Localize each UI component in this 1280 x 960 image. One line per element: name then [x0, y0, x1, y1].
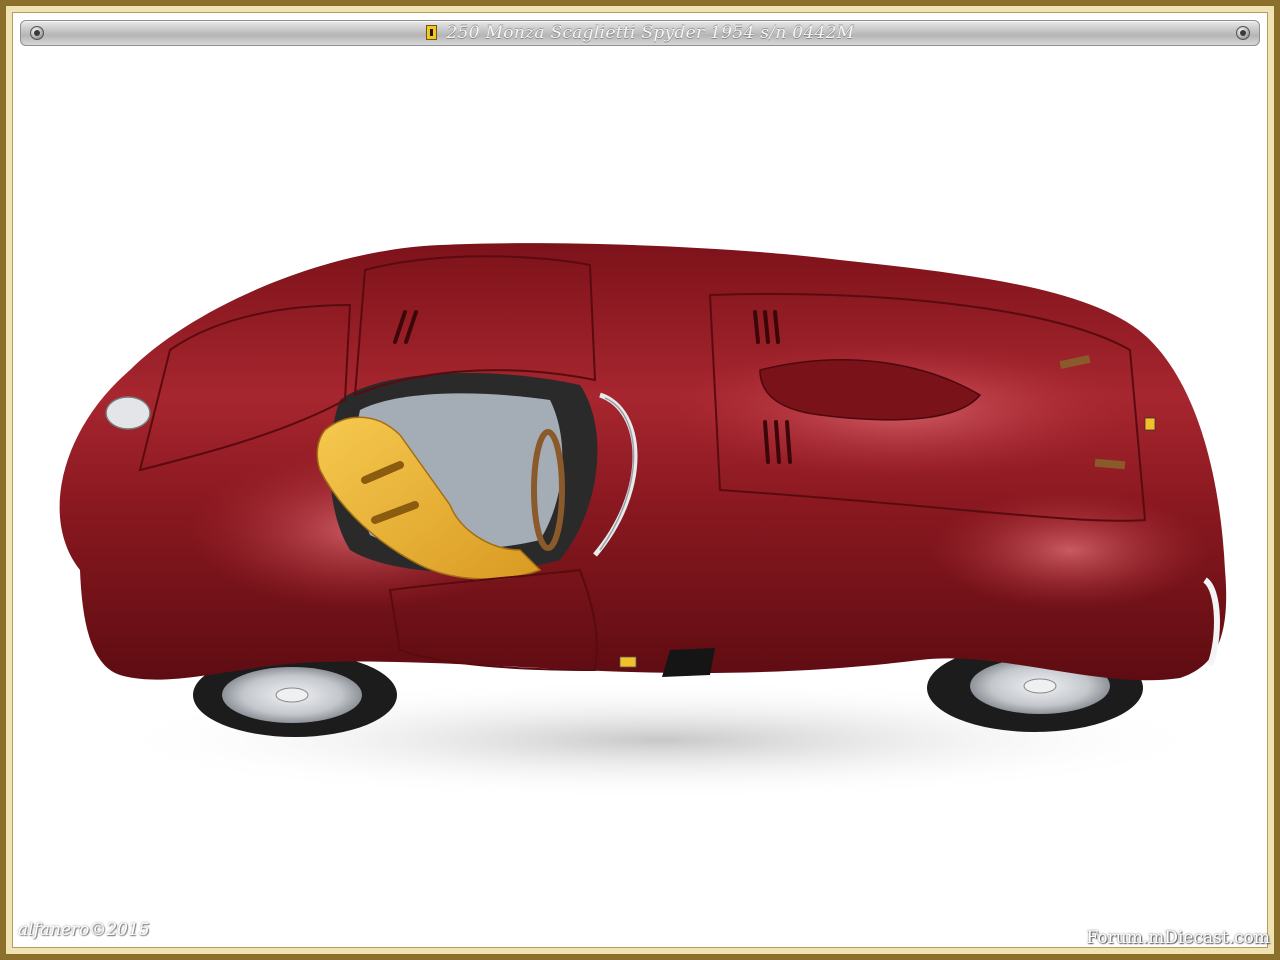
screw-bolt-icon [1236, 26, 1250, 40]
hood-badge [1144, 417, 1156, 431]
site-watermark: Forum.mDiecast.com [1086, 928, 1270, 948]
title-line: 250 Monza Scaglietti Spyder 1954 s/n 044… [21, 23, 1259, 43]
side-badge [619, 656, 637, 668]
title-plate: 250 Monza Scaglietti Spyder 1954 s/n 044… [20, 20, 1260, 46]
side-vent [662, 648, 715, 677]
ferrari-badge-icon [425, 25, 437, 40]
photo-credit: alfanero©2015 [18, 920, 150, 940]
car-photo [59, 243, 1227, 800]
page-title: 250 Monza Scaglietti Spyder 1954 s/n 044… [446, 23, 855, 43]
fuel-cap [105, 396, 151, 430]
